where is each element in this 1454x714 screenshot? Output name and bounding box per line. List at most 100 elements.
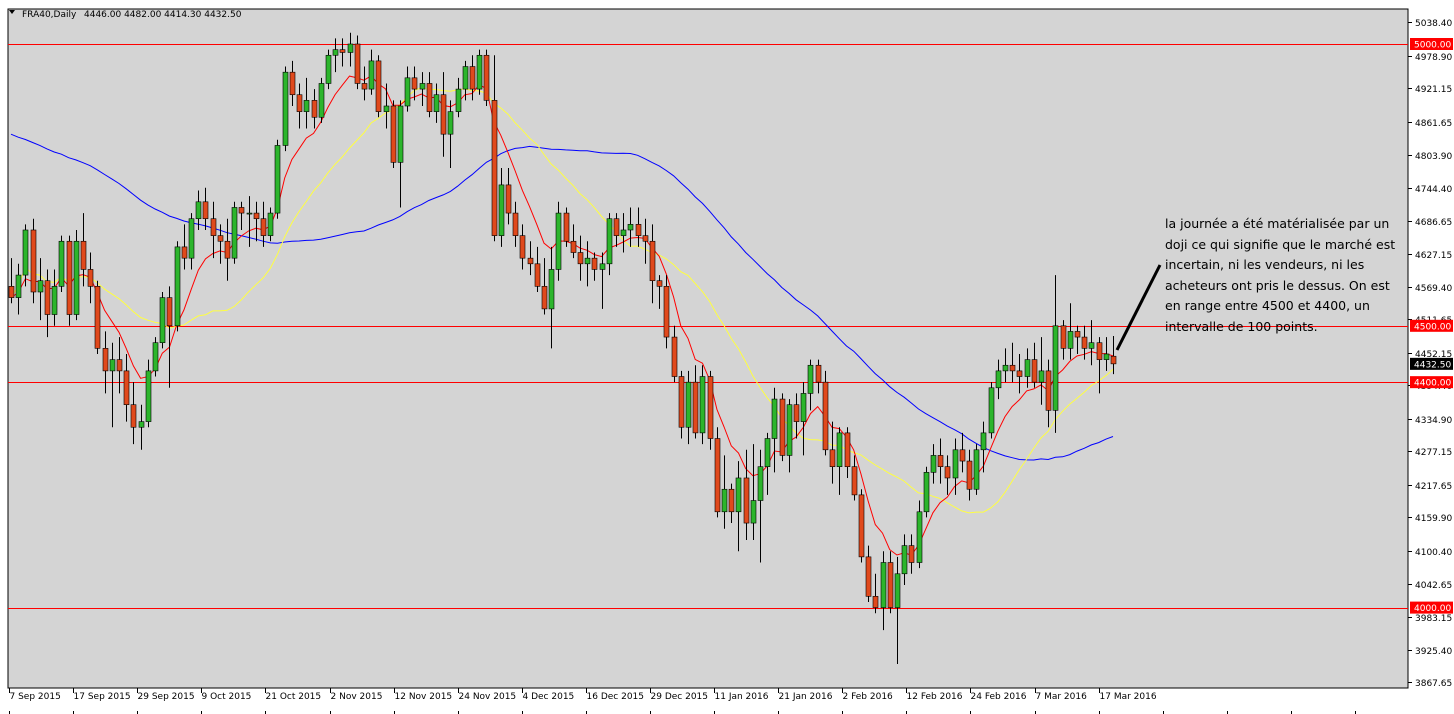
bull-candle xyxy=(274,145,281,214)
bull-candle xyxy=(699,376,706,434)
bear-candle xyxy=(743,477,750,524)
bear-candle xyxy=(570,240,577,253)
bear-candle xyxy=(1031,359,1038,383)
bull-candle xyxy=(138,421,145,428)
bull-candle xyxy=(195,201,202,220)
time-tick-label: 16 Dec 2015 xyxy=(587,692,645,702)
bull-candle xyxy=(188,218,195,259)
level-label: 4500.00 xyxy=(1414,322,1451,332)
bear-candle xyxy=(829,449,836,467)
price-tick-label: 4569.40 xyxy=(1415,284,1452,294)
bear-candle xyxy=(8,286,15,298)
bull-candle xyxy=(952,449,959,479)
bull-candle xyxy=(973,449,980,490)
bull-candle xyxy=(325,54,332,84)
bull-candle xyxy=(555,212,562,270)
bull-candle xyxy=(447,111,454,135)
bear-candle xyxy=(966,460,973,490)
bear-candle xyxy=(30,229,37,293)
bear-candle xyxy=(44,280,51,315)
bull-candle xyxy=(347,43,354,53)
bear-candle xyxy=(613,218,620,236)
bull-candle xyxy=(383,105,390,112)
time-tick-label: 29 Dec 2015 xyxy=(651,692,709,702)
bull-candle xyxy=(267,212,274,236)
bear-candle xyxy=(217,235,224,242)
bull-candle xyxy=(303,100,310,112)
bull-candle xyxy=(627,224,634,231)
bull-candle xyxy=(735,477,742,513)
price-tick-label: 4217.65 xyxy=(1415,482,1452,492)
bear-candle xyxy=(1016,370,1023,377)
price-tick-label: 4277.15 xyxy=(1415,448,1452,458)
bear-candle xyxy=(635,224,642,236)
bull-candle xyxy=(1052,325,1059,411)
bear-candle xyxy=(339,49,346,53)
bull-candle xyxy=(318,83,325,118)
bull-candle xyxy=(916,511,923,563)
bear-candle xyxy=(224,240,231,259)
bear-candle xyxy=(649,240,656,282)
price-axis: 5038.40 4978.90 4921.15 4861.65 4803.90 4744.… xyxy=(1408,19,1453,689)
bear-candle xyxy=(289,71,296,96)
plot-background xyxy=(7,8,1409,689)
bear-candle xyxy=(534,263,541,287)
bull-candle xyxy=(282,71,289,146)
bear-candle xyxy=(238,207,245,214)
time-tick-label: 4 Dec 2015 xyxy=(523,692,575,702)
level-label: 4400.00 xyxy=(1414,379,1451,389)
bear-candle xyxy=(822,381,829,451)
level-label: 4000.00 xyxy=(1414,604,1451,614)
bull-candle xyxy=(988,387,995,434)
time-tick-label: 2 Feb 2016 xyxy=(843,692,894,702)
bear-candle xyxy=(311,100,318,118)
time-tick-label: 17 Sep 2015 xyxy=(74,692,131,702)
time-tick-label: 24 Feb 2016 xyxy=(971,692,1027,702)
bear-candle xyxy=(944,466,951,479)
bear-candle xyxy=(94,286,101,349)
price-chart[interactable]: 5038.40 4978.90 4921.15 4861.65 4803.90 4744.… xyxy=(0,0,1454,714)
bull-candle xyxy=(606,218,613,265)
bull-candle xyxy=(22,229,29,276)
bull-candle xyxy=(1067,331,1074,349)
time-tick-label: 9 Oct 2015 xyxy=(202,692,252,702)
bull-candle xyxy=(1038,370,1045,383)
bull-candle xyxy=(159,297,166,344)
bull-candle xyxy=(404,77,411,107)
bull-candle xyxy=(980,432,987,451)
bull-candle xyxy=(332,49,339,56)
bear-candle xyxy=(66,240,73,315)
bull-candle xyxy=(764,438,771,467)
bull-candle xyxy=(800,393,807,422)
bull-candle xyxy=(584,257,591,265)
bear-candle xyxy=(1096,342,1103,360)
bull-candle xyxy=(721,488,728,513)
bull-candle xyxy=(1088,342,1095,349)
bear-candle xyxy=(563,212,570,242)
bull-candle xyxy=(109,359,116,372)
bear-candle xyxy=(1074,331,1081,338)
bull-candle xyxy=(174,246,181,327)
bull-candle xyxy=(1002,364,1009,372)
bear-candle xyxy=(527,257,534,265)
annotation-text: la journée a été matérialisée par un doj… xyxy=(1165,216,1396,334)
price-tick-label: 4978.90 xyxy=(1415,53,1452,63)
bear-candle xyxy=(577,252,584,265)
bear-candle xyxy=(181,246,188,259)
bull-candle xyxy=(368,60,375,90)
bear-candle xyxy=(678,376,685,428)
price-tick-label: 3867.65 xyxy=(1415,679,1452,689)
price-tick-label: 5038.40 xyxy=(1415,19,1452,29)
price-tick-label: 4042.65 xyxy=(1415,581,1452,591)
bear-candle xyxy=(1009,364,1016,372)
time-tick-label: 29 Sep 2015 xyxy=(138,692,195,702)
bear-candle xyxy=(937,455,944,468)
bear-candle xyxy=(260,218,267,236)
bull-candle xyxy=(750,500,757,524)
bear-candle xyxy=(202,201,209,220)
bear-candle xyxy=(296,94,303,112)
bear-candle xyxy=(671,336,678,377)
ohlc-values: 4446.00 4482.00 4414.30 4432.50 xyxy=(84,10,242,20)
bear-candle xyxy=(591,257,598,270)
bull-candle xyxy=(771,398,778,439)
